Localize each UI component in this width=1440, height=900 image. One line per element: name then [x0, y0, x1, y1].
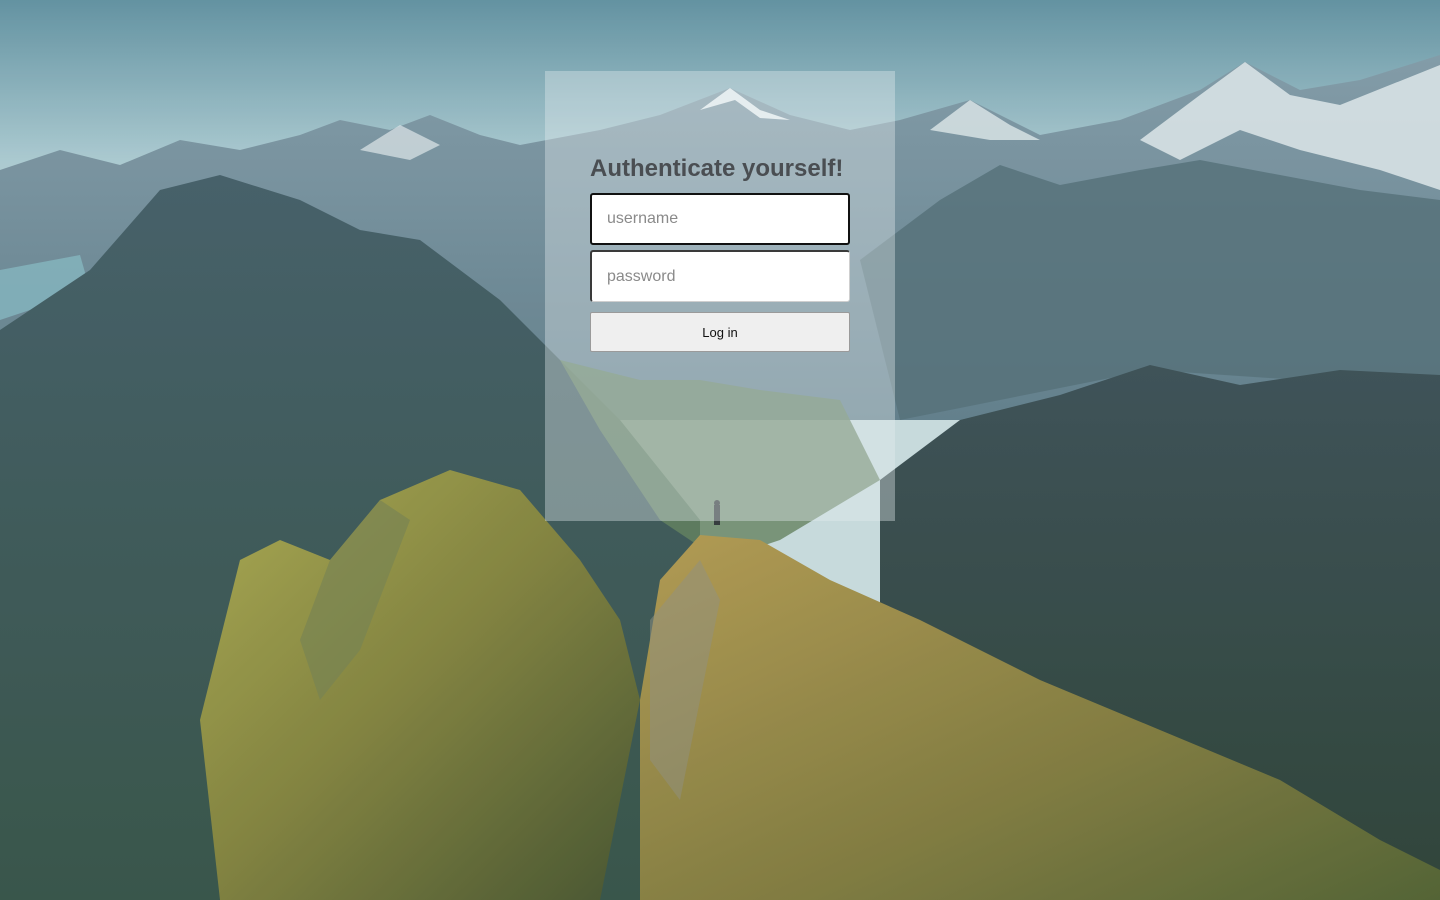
login-panel: Authenticate yourself! Log in	[545, 71, 895, 521]
username-input[interactable]	[590, 193, 850, 245]
password-input[interactable]	[590, 250, 850, 302]
login-title: Authenticate yourself!	[590, 155, 844, 182]
login-button[interactable]: Log in	[590, 312, 850, 352]
